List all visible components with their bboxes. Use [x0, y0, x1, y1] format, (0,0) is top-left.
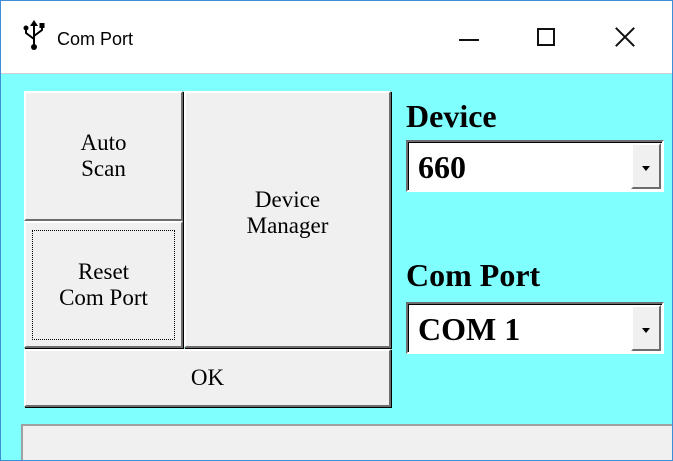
reset-com-port-button[interactable]: Reset Com Port — [24, 221, 183, 348]
auto-scan-button[interactable]: Auto Scan — [24, 91, 183, 221]
close-button[interactable] — [597, 1, 653, 73]
com-port-selected-value: COM 1 — [418, 311, 521, 347]
minimize-icon — [459, 39, 479, 41]
chevron-down-icon — [642, 327, 650, 333]
device-label: Device — [406, 98, 497, 134]
minimize-button[interactable] — [441, 1, 497, 73]
device-dropdown-button[interactable] — [631, 143, 661, 189]
title-bar[interactable]: Com Port — [1, 1, 672, 74]
window-title: Com Port — [57, 29, 134, 49]
usb-icon — [23, 20, 45, 50]
com-port-combobox[interactable]: COM 1 — [406, 302, 664, 354]
client-area: Auto Scan Reset Com Port Device Manager … — [1, 74, 672, 460]
com-port-dropdown-button[interactable] — [631, 305, 661, 351]
device-combobox[interactable]: 660 — [406, 140, 664, 192]
maximize-button[interactable] — [518, 1, 574, 73]
status-bar — [21, 424, 672, 460]
chevron-down-icon — [642, 165, 650, 171]
reset-com-port-label: Reset Com Port — [59, 258, 148, 310]
maximize-icon — [537, 28, 555, 46]
device-selected-value: 660 — [418, 149, 466, 185]
close-icon — [614, 26, 636, 48]
com-port-label: Com Port — [406, 257, 541, 293]
ok-button[interactable]: OK — [24, 349, 391, 407]
device-manager-button[interactable]: Device Manager — [184, 91, 391, 348]
com-port-window: Com Port Auto Scan Reset Com Port Device… — [0, 0, 673, 461]
